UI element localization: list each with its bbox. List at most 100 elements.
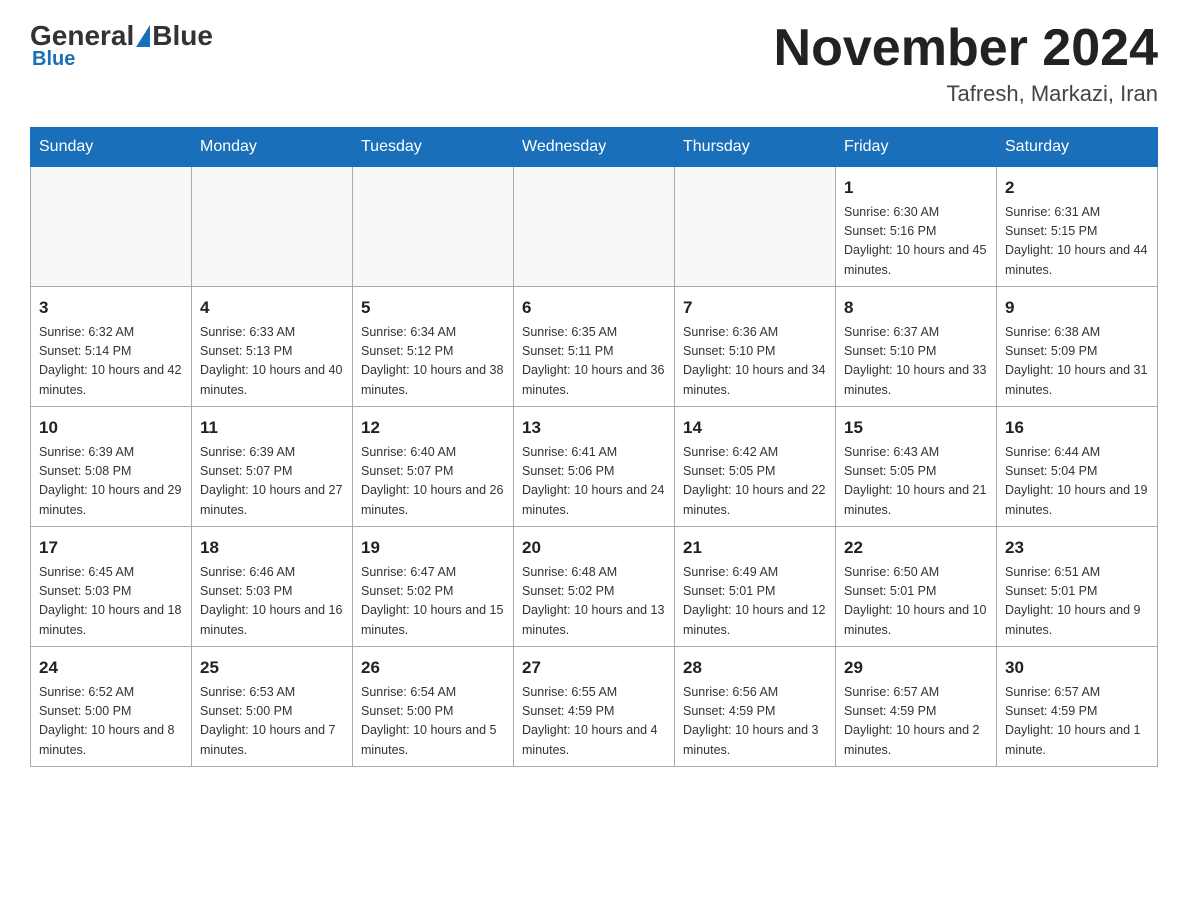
day-info: Sunrise: 6:42 AMSunset: 5:05 PMDaylight:… — [683, 443, 827, 521]
month-title: November 2024 — [774, 20, 1158, 77]
day-number: 10 — [39, 415, 183, 441]
day-info: Sunrise: 6:30 AMSunset: 5:16 PMDaylight:… — [844, 203, 988, 281]
day-number: 8 — [844, 295, 988, 321]
day-number: 5 — [361, 295, 505, 321]
calendar-cell: 15Sunrise: 6:43 AMSunset: 5:05 PMDayligh… — [836, 407, 997, 527]
day-info: Sunrise: 6:41 AMSunset: 5:06 PMDaylight:… — [522, 443, 666, 521]
day-info: Sunrise: 6:45 AMSunset: 5:03 PMDaylight:… — [39, 563, 183, 641]
day-info: Sunrise: 6:49 AMSunset: 5:01 PMDaylight:… — [683, 563, 827, 641]
calendar-cell — [31, 167, 192, 287]
calendar-cell: 27Sunrise: 6:55 AMSunset: 4:59 PMDayligh… — [514, 647, 675, 767]
calendar-week-row: 3Sunrise: 6:32 AMSunset: 5:14 PMDaylight… — [31, 287, 1158, 407]
day-info: Sunrise: 6:48 AMSunset: 5:02 PMDaylight:… — [522, 563, 666, 641]
calendar-cell: 5Sunrise: 6:34 AMSunset: 5:12 PMDaylight… — [353, 287, 514, 407]
calendar-cell: 22Sunrise: 6:50 AMSunset: 5:01 PMDayligh… — [836, 527, 997, 647]
calendar-cell: 11Sunrise: 6:39 AMSunset: 5:07 PMDayligh… — [192, 407, 353, 527]
calendar-cell — [353, 167, 514, 287]
calendar-cell: 12Sunrise: 6:40 AMSunset: 5:07 PMDayligh… — [353, 407, 514, 527]
day-info: Sunrise: 6:35 AMSunset: 5:11 PMDaylight:… — [522, 323, 666, 401]
day-number: 2 — [1005, 175, 1149, 201]
weekday-header-row: SundayMondayTuesdayWednesdayThursdayFrid… — [31, 128, 1158, 167]
weekday-header-wednesday: Wednesday — [514, 128, 675, 167]
day-info: Sunrise: 6:46 AMSunset: 5:03 PMDaylight:… — [200, 563, 344, 641]
day-number: 26 — [361, 655, 505, 681]
day-info: Sunrise: 6:47 AMSunset: 5:02 PMDaylight:… — [361, 563, 505, 641]
day-info: Sunrise: 6:37 AMSunset: 5:10 PMDaylight:… — [844, 323, 988, 401]
day-number: 27 — [522, 655, 666, 681]
day-number: 18 — [200, 535, 344, 561]
calendar-cell: 13Sunrise: 6:41 AMSunset: 5:06 PMDayligh… — [514, 407, 675, 527]
weekday-header-thursday: Thursday — [675, 128, 836, 167]
weekday-header-saturday: Saturday — [997, 128, 1158, 167]
calendar-cell: 14Sunrise: 6:42 AMSunset: 5:05 PMDayligh… — [675, 407, 836, 527]
calendar-cell: 1Sunrise: 6:30 AMSunset: 5:16 PMDaylight… — [836, 167, 997, 287]
calendar-title-area: November 2024 Tafresh, Markazi, Iran — [774, 20, 1158, 107]
logo-triangle-icon — [136, 25, 150, 47]
calendar-week-row: 1Sunrise: 6:30 AMSunset: 5:16 PMDaylight… — [31, 167, 1158, 287]
day-info: Sunrise: 6:56 AMSunset: 4:59 PMDaylight:… — [683, 683, 827, 761]
day-info: Sunrise: 6:57 AMSunset: 4:59 PMDaylight:… — [1005, 683, 1149, 761]
calendar-cell: 19Sunrise: 6:47 AMSunset: 5:02 PMDayligh… — [353, 527, 514, 647]
logo-blue-text: Blue — [152, 20, 213, 52]
day-info: Sunrise: 6:43 AMSunset: 5:05 PMDaylight:… — [844, 443, 988, 521]
calendar-cell: 10Sunrise: 6:39 AMSunset: 5:08 PMDayligh… — [31, 407, 192, 527]
calendar-cell: 26Sunrise: 6:54 AMSunset: 5:00 PMDayligh… — [353, 647, 514, 767]
day-info: Sunrise: 6:33 AMSunset: 5:13 PMDaylight:… — [200, 323, 344, 401]
day-number: 23 — [1005, 535, 1149, 561]
day-info: Sunrise: 6:54 AMSunset: 5:00 PMDaylight:… — [361, 683, 505, 761]
day-number: 17 — [39, 535, 183, 561]
calendar-cell: 21Sunrise: 6:49 AMSunset: 5:01 PMDayligh… — [675, 527, 836, 647]
day-info: Sunrise: 6:57 AMSunset: 4:59 PMDaylight:… — [844, 683, 988, 761]
weekday-header-tuesday: Tuesday — [353, 128, 514, 167]
calendar-cell — [675, 167, 836, 287]
calendar-week-row: 10Sunrise: 6:39 AMSunset: 5:08 PMDayligh… — [31, 407, 1158, 527]
day-number: 19 — [361, 535, 505, 561]
day-number: 29 — [844, 655, 988, 681]
weekday-header-sunday: Sunday — [31, 128, 192, 167]
day-number: 15 — [844, 415, 988, 441]
day-number: 30 — [1005, 655, 1149, 681]
day-number: 24 — [39, 655, 183, 681]
weekday-header-friday: Friday — [836, 128, 997, 167]
day-info: Sunrise: 6:34 AMSunset: 5:12 PMDaylight:… — [361, 323, 505, 401]
calendar-cell: 18Sunrise: 6:46 AMSunset: 5:03 PMDayligh… — [192, 527, 353, 647]
day-number: 4 — [200, 295, 344, 321]
calendar-cell: 28Sunrise: 6:56 AMSunset: 4:59 PMDayligh… — [675, 647, 836, 767]
day-info: Sunrise: 6:31 AMSunset: 5:15 PMDaylight:… — [1005, 203, 1149, 281]
weekday-header-monday: Monday — [192, 128, 353, 167]
day-number: 7 — [683, 295, 827, 321]
calendar-cell: 20Sunrise: 6:48 AMSunset: 5:02 PMDayligh… — [514, 527, 675, 647]
day-number: 25 — [200, 655, 344, 681]
location-title: Tafresh, Markazi, Iran — [774, 81, 1158, 107]
day-info: Sunrise: 6:39 AMSunset: 5:08 PMDaylight:… — [39, 443, 183, 521]
day-number: 3 — [39, 295, 183, 321]
day-number: 12 — [361, 415, 505, 441]
calendar-cell: 25Sunrise: 6:53 AMSunset: 5:00 PMDayligh… — [192, 647, 353, 767]
day-number: 1 — [844, 175, 988, 201]
day-info: Sunrise: 6:52 AMSunset: 5:00 PMDaylight:… — [39, 683, 183, 761]
calendar-cell: 4Sunrise: 6:33 AMSunset: 5:13 PMDaylight… — [192, 287, 353, 407]
logo-subtitle: Blue — [32, 48, 75, 71]
calendar-table: SundayMondayTuesdayWednesdayThursdayFrid… — [30, 127, 1158, 767]
day-number: 9 — [1005, 295, 1149, 321]
calendar-cell — [192, 167, 353, 287]
calendar-cell: 30Sunrise: 6:57 AMSunset: 4:59 PMDayligh… — [997, 647, 1158, 767]
day-number: 22 — [844, 535, 988, 561]
day-info: Sunrise: 6:36 AMSunset: 5:10 PMDaylight:… — [683, 323, 827, 401]
calendar-cell: 29Sunrise: 6:57 AMSunset: 4:59 PMDayligh… — [836, 647, 997, 767]
day-number: 14 — [683, 415, 827, 441]
day-info: Sunrise: 6:44 AMSunset: 5:04 PMDaylight:… — [1005, 443, 1149, 521]
logo: General Blue Blue — [30, 20, 213, 71]
day-number: 16 — [1005, 415, 1149, 441]
calendar-cell: 24Sunrise: 6:52 AMSunset: 5:00 PMDayligh… — [31, 647, 192, 767]
day-number: 6 — [522, 295, 666, 321]
day-number: 21 — [683, 535, 827, 561]
calendar-cell: 7Sunrise: 6:36 AMSunset: 5:10 PMDaylight… — [675, 287, 836, 407]
day-number: 20 — [522, 535, 666, 561]
day-number: 28 — [683, 655, 827, 681]
page-header: General Blue Blue November 2024 Tafresh,… — [30, 20, 1158, 107]
day-info: Sunrise: 6:39 AMSunset: 5:07 PMDaylight:… — [200, 443, 344, 521]
calendar-cell: 23Sunrise: 6:51 AMSunset: 5:01 PMDayligh… — [997, 527, 1158, 647]
day-number: 13 — [522, 415, 666, 441]
day-info: Sunrise: 6:50 AMSunset: 5:01 PMDaylight:… — [844, 563, 988, 641]
